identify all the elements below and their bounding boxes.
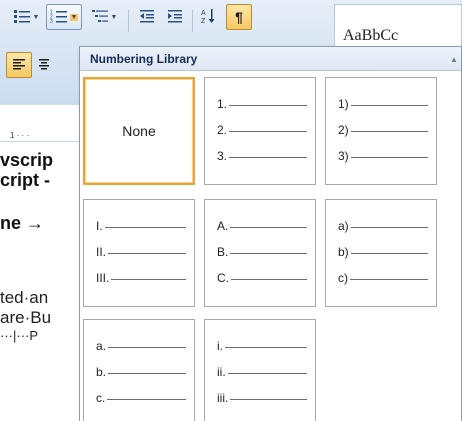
number-label: c) <box>338 271 348 285</box>
line <box>229 130 307 132</box>
svg-text:A: A <box>201 10 206 17</box>
sort-button[interactable]: A Z <box>196 4 222 30</box>
numbered-list-icon: 1 2 3 <box>50 9 68 26</box>
number-label: I. <box>96 219 103 233</box>
line <box>230 252 307 254</box>
document-text: ···|···P <box>0 328 39 343</box>
numbering-button[interactable]: 1 2 3 ▼ <box>46 4 82 30</box>
numbering-library-title: Numbering Library <box>80 47 461 71</box>
line <box>350 278 428 280</box>
number-label: b) <box>338 245 349 259</box>
number-label: 3) <box>338 149 349 163</box>
line <box>230 226 307 228</box>
align-center-button[interactable] <box>34 52 54 78</box>
align-left-icon <box>12 58 26 73</box>
line <box>227 372 307 374</box>
multilevel-list-button[interactable]: ▼ <box>84 4 124 30</box>
increase-indent-button[interactable] <box>162 4 188 30</box>
align-left-button[interactable] <box>6 52 32 78</box>
line <box>350 252 428 254</box>
number-label: B. <box>217 245 229 259</box>
number-label: 1. <box>217 97 228 111</box>
toolbar-divider <box>192 10 193 32</box>
multilevel-list-icon <box>91 9 109 26</box>
number-label: 1) <box>338 97 349 111</box>
document-text: ted·an <box>0 288 49 307</box>
number-label: A. <box>217 219 229 233</box>
decrease-indent-icon <box>139 9 155 26</box>
numbering-option-none[interactable]: None <box>83 77 195 185</box>
pilcrow-icon: ¶ <box>235 9 243 25</box>
line <box>231 278 307 280</box>
number-label: c. <box>96 391 106 405</box>
numbering-option-upper-alpha[interactable]: A. B. C. <box>204 199 316 307</box>
line <box>225 346 307 348</box>
toolbar-divider <box>128 10 129 32</box>
align-center-icon <box>38 58 50 73</box>
line <box>350 156 428 158</box>
numbering-option-lower-alpha-period[interactable]: a. b. c. <box>83 319 195 421</box>
style-sample[interactable]: AaBbCc <box>343 27 398 45</box>
line <box>108 372 186 374</box>
number-label: 2. <box>217 123 228 137</box>
sort-icon: A Z <box>201 8 217 27</box>
numbering-dropdown-arrow-icon[interactable]: ▼ <box>69 13 79 21</box>
bullets-button[interactable]: ▼ <box>6 4 46 30</box>
line <box>107 398 186 400</box>
line <box>104 226 186 228</box>
none-label: None <box>122 123 156 139</box>
numbering-option-lower-roman[interactable]: i. ii. iii. <box>204 319 316 421</box>
number-label: 3. <box>217 149 228 163</box>
document-text: ne → <box>0 213 45 233</box>
number-label: b. <box>96 365 107 379</box>
line <box>229 104 307 106</box>
increase-indent-icon <box>167 9 183 26</box>
number-label: C. <box>217 271 229 285</box>
svg-text:Z: Z <box>201 18 206 24</box>
line <box>111 278 186 280</box>
horizontal-ruler: 1 · · · <box>0 130 80 142</box>
line <box>108 346 186 348</box>
show-formatting-marks-button[interactable]: ¶ <box>226 4 252 30</box>
numbering-option-decimal-paren[interactable]: 1) 2) 3) <box>325 77 437 185</box>
numbering-option-decimal-period[interactable]: 1. 2. 3. <box>204 77 316 185</box>
number-label: i. <box>217 339 223 353</box>
number-label: a) <box>338 219 349 233</box>
line <box>230 398 307 400</box>
numbering-option-upper-roman[interactable]: I. II. III. <box>83 199 195 307</box>
number-label: a. <box>96 339 107 353</box>
scroll-up-arrow-icon[interactable]: ▲ <box>447 47 461 71</box>
number-label: iii. <box>217 391 229 405</box>
line <box>350 104 428 106</box>
document-text: vscrip <box>0 150 54 170</box>
bulleted-list-icon <box>13 9 31 26</box>
line <box>350 130 428 132</box>
svg-text:3: 3 <box>50 19 53 23</box>
number-label: 2) <box>338 123 349 137</box>
number-label: III. <box>96 271 110 285</box>
line <box>350 226 428 228</box>
chevron-down-icon: ▼ <box>32 13 40 21</box>
number-label: ii. <box>217 365 226 379</box>
decrease-indent-button[interactable] <box>134 4 160 30</box>
numbering-library-dropdown: Numbering Library ▲ None 1. 2. 3. 1) 2) … <box>79 46 462 421</box>
chevron-down-icon: ▼ <box>110 13 118 21</box>
numbering-option-lower-alpha-paren[interactable]: a) b) c) <box>325 199 437 307</box>
document-text: are·Bu <box>0 308 52 327</box>
line <box>108 252 186 254</box>
number-label: II. <box>96 245 107 259</box>
line <box>229 156 307 158</box>
document-text: cript - <box>0 170 51 190</box>
